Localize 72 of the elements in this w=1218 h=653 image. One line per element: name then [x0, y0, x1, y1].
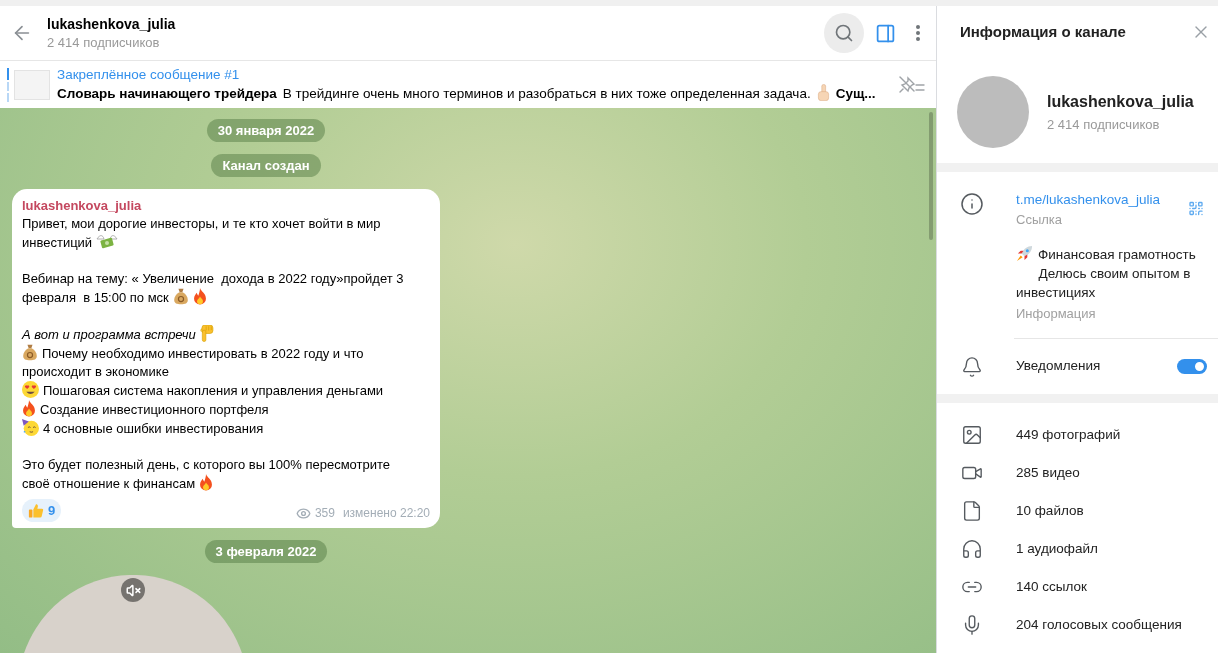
date-chip: 30 января 2022: [206, 119, 326, 142]
qr-code-icon: [1188, 199, 1204, 217]
fire-icon: [192, 288, 207, 305]
pointing-down-hand-icon: [199, 325, 214, 342]
unpin-button[interactable]: [898, 74, 926, 95]
views-eye-icon: [295, 505, 311, 521]
message-text: происходит в экономике: [22, 364, 169, 379]
more-vertical-icon: [916, 25, 920, 41]
channel-description: Делюсь своим опытом в инвестициях: [1016, 266, 1192, 300]
more-menu-button[interactable]: [914, 22, 922, 44]
money-bag-icon: [22, 344, 38, 361]
muted-speaker-icon[interactable]: [121, 578, 145, 602]
media-list-item[interactable]: 140 ссылок: [937, 568, 1218, 606]
unpin-icon: [899, 75, 925, 94]
message-text: Это будет полезный день, с которого вы 100% пересмотрите: [22, 457, 391, 472]
message-text: Привет, мои дорогие инвесторы, и те кто хочет войти в мир: [22, 216, 381, 231]
party-face-icon: [22, 419, 39, 436]
author-name: lukashenkova_julia: [22, 197, 142, 215]
fire-icon: [22, 400, 36, 417]
notifications-toggle[interactable]: [1177, 359, 1207, 374]
money-with-wings-icon: [96, 233, 119, 250]
message-text: февраля в 15:00 по мск: [22, 290, 169, 305]
message-text: Создание инвестиционного портфеля: [40, 402, 269, 417]
notifications-label: Уведомления: [1016, 357, 1101, 376]
pinned-indicator: [7, 67, 9, 102]
channel-title: lukashenkova_julia: [47, 15, 176, 34]
scrollbar-thumb[interactable]: [929, 112, 933, 240]
link-label: Ссылка: [1016, 211, 1063, 229]
subscriber-count: 2 414 подписчиков: [47, 34, 160, 52]
bell-icon: [961, 355, 983, 378]
side-panel-button[interactable]: [874, 22, 896, 44]
profile-name: lukashenkova_julia: [1047, 91, 1194, 112]
image-icon: [961, 424, 983, 446]
heart-eyes-face-icon: [22, 381, 39, 398]
headphones-icon: [961, 538, 983, 560]
message-text: своё отношение к финансам: [22, 476, 196, 491]
message-text: Почему необходимо инвестировать в 2022 году и что: [42, 346, 364, 361]
media-list-item[interactable]: 204 голосовых сообщения: [937, 606, 1218, 644]
message-text: А вот и программа встречи: [22, 327, 196, 342]
profile-subscribers: 2 414 подписчиков: [1047, 115, 1160, 134]
media-list-item[interactable]: 449 фотографий: [937, 416, 1218, 454]
description-label: Информация: [1016, 305, 1096, 323]
message-text: Вебинар на тему: « Увеличение дохода в 2022 году»пройдет 3: [22, 271, 404, 286]
service-message: Канал создан: [211, 154, 321, 177]
pinned-text: Сущ...: [835, 86, 876, 101]
side-panel-icon: [874, 22, 896, 44]
thumbs-up-icon: [28, 502, 44, 519]
pinned-text: Словарь начинающего трейдера: [57, 86, 277, 101]
message-text: инвестиций: [22, 235, 93, 250]
pinned-thumbnail: [14, 69, 50, 100]
media-list-item[interactable]: 1 аудиофайл: [937, 530, 1218, 568]
money-bag-icon: [172, 288, 189, 305]
qr-code-button[interactable]: [1188, 199, 1204, 217]
edited-time: изменено 22:20: [342, 505, 430, 522]
search-icon: [834, 23, 854, 43]
fire-icon: [199, 474, 214, 491]
search-button[interactable]: [824, 13, 864, 53]
media-list-item[interactable]: 285 видео: [937, 454, 1218, 492]
message-text: Пошаговая система накопления и управления деньгами: [43, 383, 384, 398]
rocket-icon: [1016, 245, 1033, 262]
channel-description: Финансовая грамотность: [1038, 247, 1196, 262]
pinned-text: В трейдинге очень много терминов и разобраться в них тоже определенная задача.: [282, 86, 811, 101]
message-text: 4 основные ошибки инвестирования: [43, 421, 264, 436]
panel-title: Информация о канале: [960, 21, 1126, 42]
media-list-item[interactable]: 10 файлов: [937, 492, 1218, 530]
file-icon: [961, 500, 983, 522]
info-icon: [960, 192, 984, 216]
pinned-message-bar[interactable]: Закреплённое сообщение #1 Словарь начинающего трейдера В трейдинге очень много терминов и разобраться в них тоже определенная задача. Сущ...: [0, 60, 936, 108]
pinned-title: Закреплённое сообщение #1: [57, 66, 240, 84]
date-chip: 3 февраля 2022: [204, 540, 328, 563]
view-count: 359: [314, 505, 335, 522]
pointing-up-hand-icon: [816, 84, 830, 101]
